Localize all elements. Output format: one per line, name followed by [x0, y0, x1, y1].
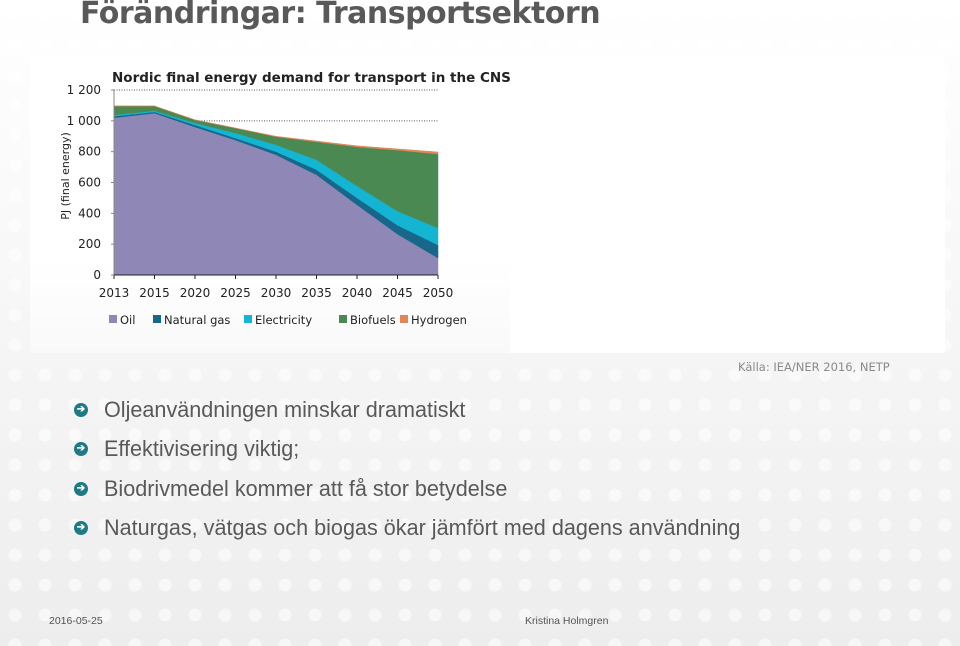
x-tick-label: 2045 [382, 286, 413, 300]
legend-label: Oil [120, 313, 135, 327]
legend: Oil Natural gas Electricity Biofuels Hydroge… [109, 313, 467, 327]
bullet-item: ➔ Oljeanvändningen minskar dramatiskt [74, 390, 767, 430]
legend-swatch [109, 315, 117, 323]
arrow-right-circle-icon: ➔ [74, 481, 88, 496]
y-tick-label: 800 [78, 145, 101, 159]
y-tick-label: 1 200 [67, 83, 101, 97]
source-citation: Källa: IEA/NER 2016, NETP [738, 360, 890, 374]
energy-demand-chart: Nordic final energy demand for transport… [59, 70, 511, 327]
legend-item: Oil [109, 313, 135, 327]
y-tick-label: 200 [78, 237, 101, 251]
x-tick-label: 2015 [139, 286, 170, 300]
legend-item: Electricity [244, 313, 312, 327]
y-tick-label: 400 [78, 206, 101, 220]
legend-swatch [400, 315, 408, 323]
y-tick-label: 1 000 [67, 114, 101, 128]
x-tick-label: 2025 [220, 286, 251, 300]
legend-item: Biofuels [339, 313, 396, 327]
x-tick-label: 2050 [423, 286, 454, 300]
bullet-list: ➔ Oljeanvändningen minskar dramatiskt ➔ … [74, 390, 767, 548]
bullet-text: Effektivisering viktig; [104, 436, 300, 462]
y-axis-label: PJ (final energy) [59, 132, 72, 219]
legend-label: Natural gas [164, 313, 230, 327]
x-tick-labels: 2013 2015 2020 2025 2030 2035 2040 2045 2050 [99, 286, 454, 300]
area-series [113, 105, 439, 276]
y-tick-label: 0 [93, 268, 101, 282]
x-tick-label: 2013 [99, 286, 130, 300]
bullet-item: ➔ Naturgas, vätgas och biogas ökar jämfö… [74, 509, 767, 549]
legend-label: Electricity [255, 313, 312, 327]
bullet-item: ➔ Effektivisering viktig; [74, 430, 767, 470]
legend-label: Biofuels [350, 313, 396, 327]
arrow-right-circle-icon: ➔ [74, 442, 88, 457]
arrow-right-circle-icon: ➔ [74, 521, 88, 536]
x-tick-label: 2020 [180, 286, 211, 300]
bullet-text: Oljeanvändningen minskar dramatiskt [104, 396, 466, 422]
legend-label: Hydrogen [411, 313, 467, 327]
bullet-text: Biodrivmedel kommer att få stor betydels… [104, 475, 508, 501]
legend-swatch [244, 315, 252, 323]
legend-swatch [339, 315, 347, 323]
x-tick-label: 2030 [261, 286, 292, 300]
x-tick-label: 2035 [301, 286, 332, 300]
chart-title: Nordic final energy demand for transport… [112, 70, 511, 86]
legend-swatch [153, 315, 161, 323]
footer-author: Kristina Holmgren [525, 615, 609, 627]
y-tick-label: 600 [78, 176, 101, 190]
bullet-text: Naturgas, vätgas och biogas ökar jämfört… [104, 515, 741, 541]
legend-item: Natural gas [153, 313, 230, 327]
bullet-item: ➔ Biodrivmedel kommer att få stor betyde… [74, 469, 767, 509]
footer-date: 2016-05-25 [49, 615, 103, 627]
arrow-right-circle-icon: ➔ [74, 402, 88, 417]
legend-item: Hydrogen [400, 313, 467, 327]
x-tick-label: 2040 [342, 286, 373, 300]
